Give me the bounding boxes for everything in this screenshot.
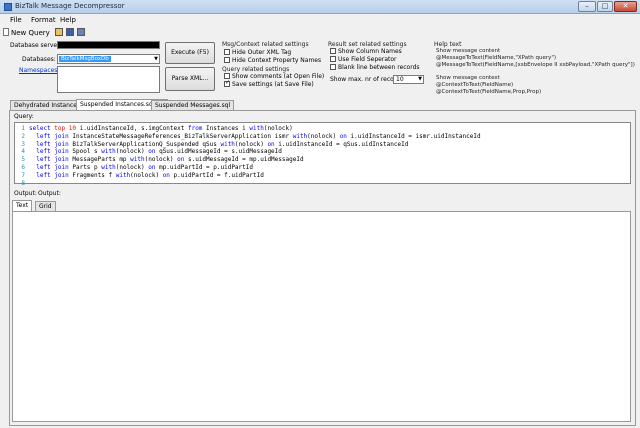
menu-format[interactable]: Format bbox=[31, 16, 56, 24]
execute-button[interactable]: Execute (F5) bbox=[165, 42, 215, 64]
code-line: left join Parts p with(nolock) on mp.uid… bbox=[29, 163, 253, 171]
hide-context-names-checkbox[interactable]: Hide Context Property Names bbox=[224, 57, 321, 64]
line-numbers: 12345678 bbox=[15, 125, 25, 187]
query-label: Query: bbox=[14, 113, 34, 120]
line-number: 2 bbox=[21, 132, 25, 140]
open-folder-icon[interactable] bbox=[55, 28, 63, 36]
save-all-icon[interactable] bbox=[77, 28, 85, 36]
output-text-area[interactable] bbox=[12, 211, 631, 422]
line-number: 6 bbox=[21, 163, 25, 171]
help-line: Show message content bbox=[436, 48, 501, 54]
code-line: left join Fragments f with(nolock) on p.… bbox=[29, 171, 264, 179]
msg-context-settings-title: Msg/Context related settings bbox=[222, 41, 309, 48]
show-column-names-checkbox[interactable]: Show Column Names bbox=[330, 48, 402, 55]
output-label-secondary: Output: bbox=[38, 190, 61, 197]
checkbox-box bbox=[330, 56, 336, 62]
help-line: @MessageToText(FieldName,"XPath query") bbox=[436, 55, 557, 61]
code-line: left join MessageParts mp with(nolock) o… bbox=[29, 156, 304, 164]
checkbox-box bbox=[330, 64, 336, 70]
tab-output-grid[interactable]: Grid bbox=[35, 201, 56, 211]
close-button[interactable]: ✕ bbox=[614, 1, 637, 12]
app-icon bbox=[4, 3, 12, 11]
minimize-button[interactable]: – bbox=[578, 1, 596, 12]
line-number: 1 bbox=[21, 125, 25, 132]
line-number: 8 bbox=[21, 179, 25, 187]
database-server-label: Database server: bbox=[10, 42, 62, 49]
menu-help[interactable]: Help bbox=[60, 16, 76, 24]
help-line: @ContextToText(FieldName) bbox=[436, 82, 514, 88]
help-title: Help text bbox=[434, 41, 462, 48]
code-line: left join BizTalkServerApplicationQ_Susp… bbox=[29, 140, 409, 148]
line-number: 3 bbox=[21, 140, 25, 148]
hide-outer-xml-checkbox[interactable]: Hide Outer XML Tag bbox=[224, 49, 291, 56]
show-comments-checkbox[interactable]: Show comments (at Open File) bbox=[224, 73, 324, 80]
checkbox-box bbox=[330, 48, 336, 54]
menu-file[interactable]: File bbox=[10, 16, 22, 24]
save-icon[interactable] bbox=[66, 28, 74, 36]
result-settings-title: Result set related settings bbox=[328, 41, 407, 48]
code-line: left join Spool s with(nolock) on qSus.u… bbox=[29, 148, 282, 156]
query-settings-title: Query related settings bbox=[222, 66, 290, 73]
line-number: 4 bbox=[21, 148, 25, 156]
tab-output-text[interactable]: Text bbox=[12, 200, 33, 211]
new-query-button[interactable]: New Query bbox=[3, 28, 50, 37]
window-title: BizTalk Message Decompressor bbox=[15, 2, 125, 10]
code-area: select top 10 i.uidInstanceId, s.imgCont… bbox=[29, 125, 481, 187]
namespaces-link[interactable]: Namespaces: bbox=[19, 67, 59, 74]
database-server-input[interactable] bbox=[57, 41, 160, 49]
chevron-down-icon: ▼ bbox=[418, 76, 422, 82]
menu-bar: File Format Help bbox=[0, 15, 640, 25]
checkbox-box bbox=[224, 57, 230, 63]
help-line: @MessageToText(FieldName,[xsbEnvelope II… bbox=[436, 62, 635, 68]
line-number: 7 bbox=[21, 171, 25, 179]
save-settings-checkbox[interactable]: Save settings (at Save File) bbox=[224, 79, 314, 88]
new-document-icon bbox=[3, 28, 9, 36]
maximize-button[interactable]: □ bbox=[597, 1, 613, 12]
tab-suspended-messages[interactable]: Suspended Messages.sql bbox=[151, 100, 235, 110]
line-number: 5 bbox=[21, 156, 25, 164]
databases-label: Databases: bbox=[22, 56, 56, 63]
help-line: Show message context bbox=[436, 75, 500, 81]
use-field-separator-checkbox[interactable]: Use Field Seperator bbox=[330, 56, 397, 63]
query-editor[interactable]: 12345678 select top 10 i.uidInstanceId, … bbox=[14, 122, 631, 187]
max-records-select[interactable]: 10 ▼ bbox=[393, 75, 424, 84]
code-line: select top 10 i.uidInstanceId, s.imgCont… bbox=[29, 125, 293, 132]
code-line: left join InstanceStateMessageReferences… bbox=[29, 132, 481, 140]
checkbox-box-checked bbox=[224, 79, 230, 87]
output-label: Output: bbox=[14, 190, 37, 197]
chevron-down-icon: ▼ bbox=[154, 56, 158, 62]
namespaces-input[interactable] bbox=[57, 66, 160, 93]
blank-line-checkbox[interactable]: Blank line between records bbox=[330, 64, 420, 71]
help-line: @ContextToText(FieldName,Prop,Prop) bbox=[436, 89, 542, 95]
toolbar: New Query bbox=[0, 26, 640, 39]
title-bar: BizTalk Message Decompressor – □ ✕ bbox=[0, 0, 640, 14]
parse-xml-button[interactable]: Parse XML... bbox=[165, 67, 215, 91]
database-select[interactable]: BizTalkMsgBoxDb ▼ bbox=[57, 54, 160, 64]
checkbox-box bbox=[224, 49, 230, 55]
